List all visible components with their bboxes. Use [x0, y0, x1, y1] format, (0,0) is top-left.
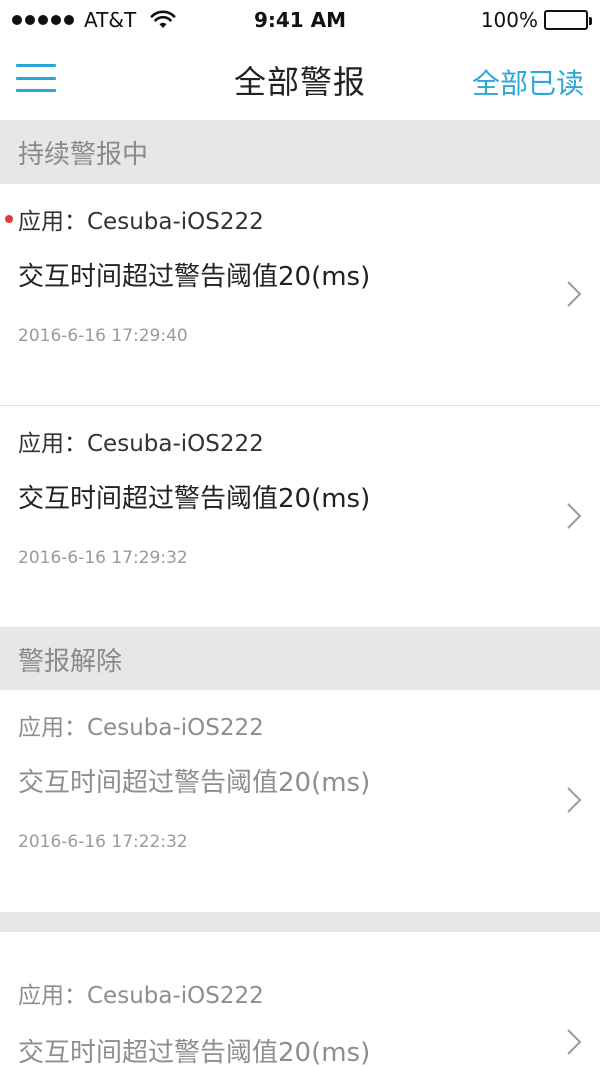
chevron-right-icon — [567, 503, 582, 529]
wifi-icon — [150, 10, 176, 28]
alert-message: 交互时间超过警告阈值20(ms) — [18, 768, 371, 798]
status-left: AT&T — [12, 8, 212, 32]
alert-timestamp: 2016-6-16 17:29:40 — [18, 326, 188, 346]
alert-app-name: 应用：Cesuba-iOS222 — [18, 209, 264, 235]
chevron-right-icon — [567, 281, 582, 307]
alert-row[interactable]: 应用：Cesuba-iOS222 交互时间超过警告阈值20(ms) 2016-6… — [0, 184, 600, 406]
alert-app-name: 应用：Cesuba-iOS222 — [18, 431, 264, 457]
battery-percentage: 100% — [480, 8, 538, 32]
alert-app-name: 应用：Cesuba-iOS222 — [18, 715, 264, 741]
chevron-right-icon — [567, 787, 582, 813]
alert-row[interactable]: 应用：Cesuba-iOS222 交互时间超过警告阈值20(ms) 2016-6… — [0, 406, 600, 628]
signal-strength-icon — [12, 15, 74, 25]
alert-timestamp: 2016-6-16 17:29:32 — [18, 548, 188, 568]
carrier-name: AT&T — [84, 8, 137, 32]
alert-row[interactable]: 应用：Cesuba-iOS222 交互时间超过警告阈值20(ms) — [0, 932, 600, 1067]
alert-message: 交互时间超过警告阈值20(ms) — [18, 262, 371, 292]
section-separator — [0, 912, 600, 932]
alert-timestamp: 2016-6-16 17:22:32 — [18, 832, 188, 852]
alert-message: 交互时间超过警告阈值20(ms) — [18, 1038, 371, 1067]
status-time: 9:41 AM — [253, 8, 347, 32]
status-right: 100% — [388, 8, 592, 32]
alert-app-name: 应用：Cesuba-iOS222 — [18, 983, 264, 1009]
mark-all-read-button[interactable]: 全部已读 — [472, 62, 584, 102]
alert-row[interactable]: 应用：Cesuba-iOS222 交互时间超过警告阈值20(ms) 2016-6… — [0, 690, 600, 912]
alert-message: 交互时间超过警告阈值20(ms) — [18, 484, 371, 514]
status-bar: AT&T 9:41 AM 100% — [0, 0, 600, 40]
unread-dot — [5, 215, 13, 223]
page-title: 全部警报 — [233, 63, 366, 101]
battery-icon — [544, 10, 592, 30]
navigation-bar: 全部警报 全部已读 — [0, 40, 600, 120]
section-header-active: 持续警报中 — [0, 120, 600, 184]
chevron-right-icon — [567, 1029, 582, 1055]
section-header-resolved: 警报解除 — [0, 628, 600, 690]
hamburger-icon[interactable] — [14, 60, 58, 96]
